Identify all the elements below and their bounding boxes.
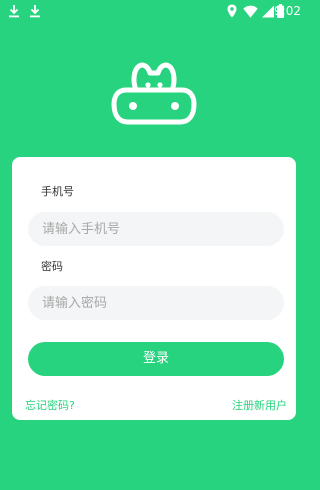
location-icon xyxy=(227,3,237,19)
status-bar: 9:02 xyxy=(0,0,308,22)
forgot-password-link[interactable]: 忘记密码? xyxy=(25,399,75,413)
login-button[interactable]: 登录 xyxy=(28,342,284,376)
download-icon xyxy=(29,3,41,19)
download-icon xyxy=(8,3,20,19)
register-link[interactable]: 注册新用户 xyxy=(232,399,287,413)
password-input[interactable] xyxy=(28,286,284,320)
login-card: 手机号 密码 登录 忘记密码? 注册新用户 xyxy=(12,157,296,420)
phone-input[interactable] xyxy=(28,212,284,246)
password-label: 密码 xyxy=(41,260,63,273)
hippo-logo-icon xyxy=(110,60,198,126)
phone-label: 手机号 xyxy=(41,185,74,198)
status-time: 9:02 xyxy=(274,4,301,18)
wifi-icon xyxy=(243,3,258,19)
signal-icon xyxy=(262,3,274,19)
